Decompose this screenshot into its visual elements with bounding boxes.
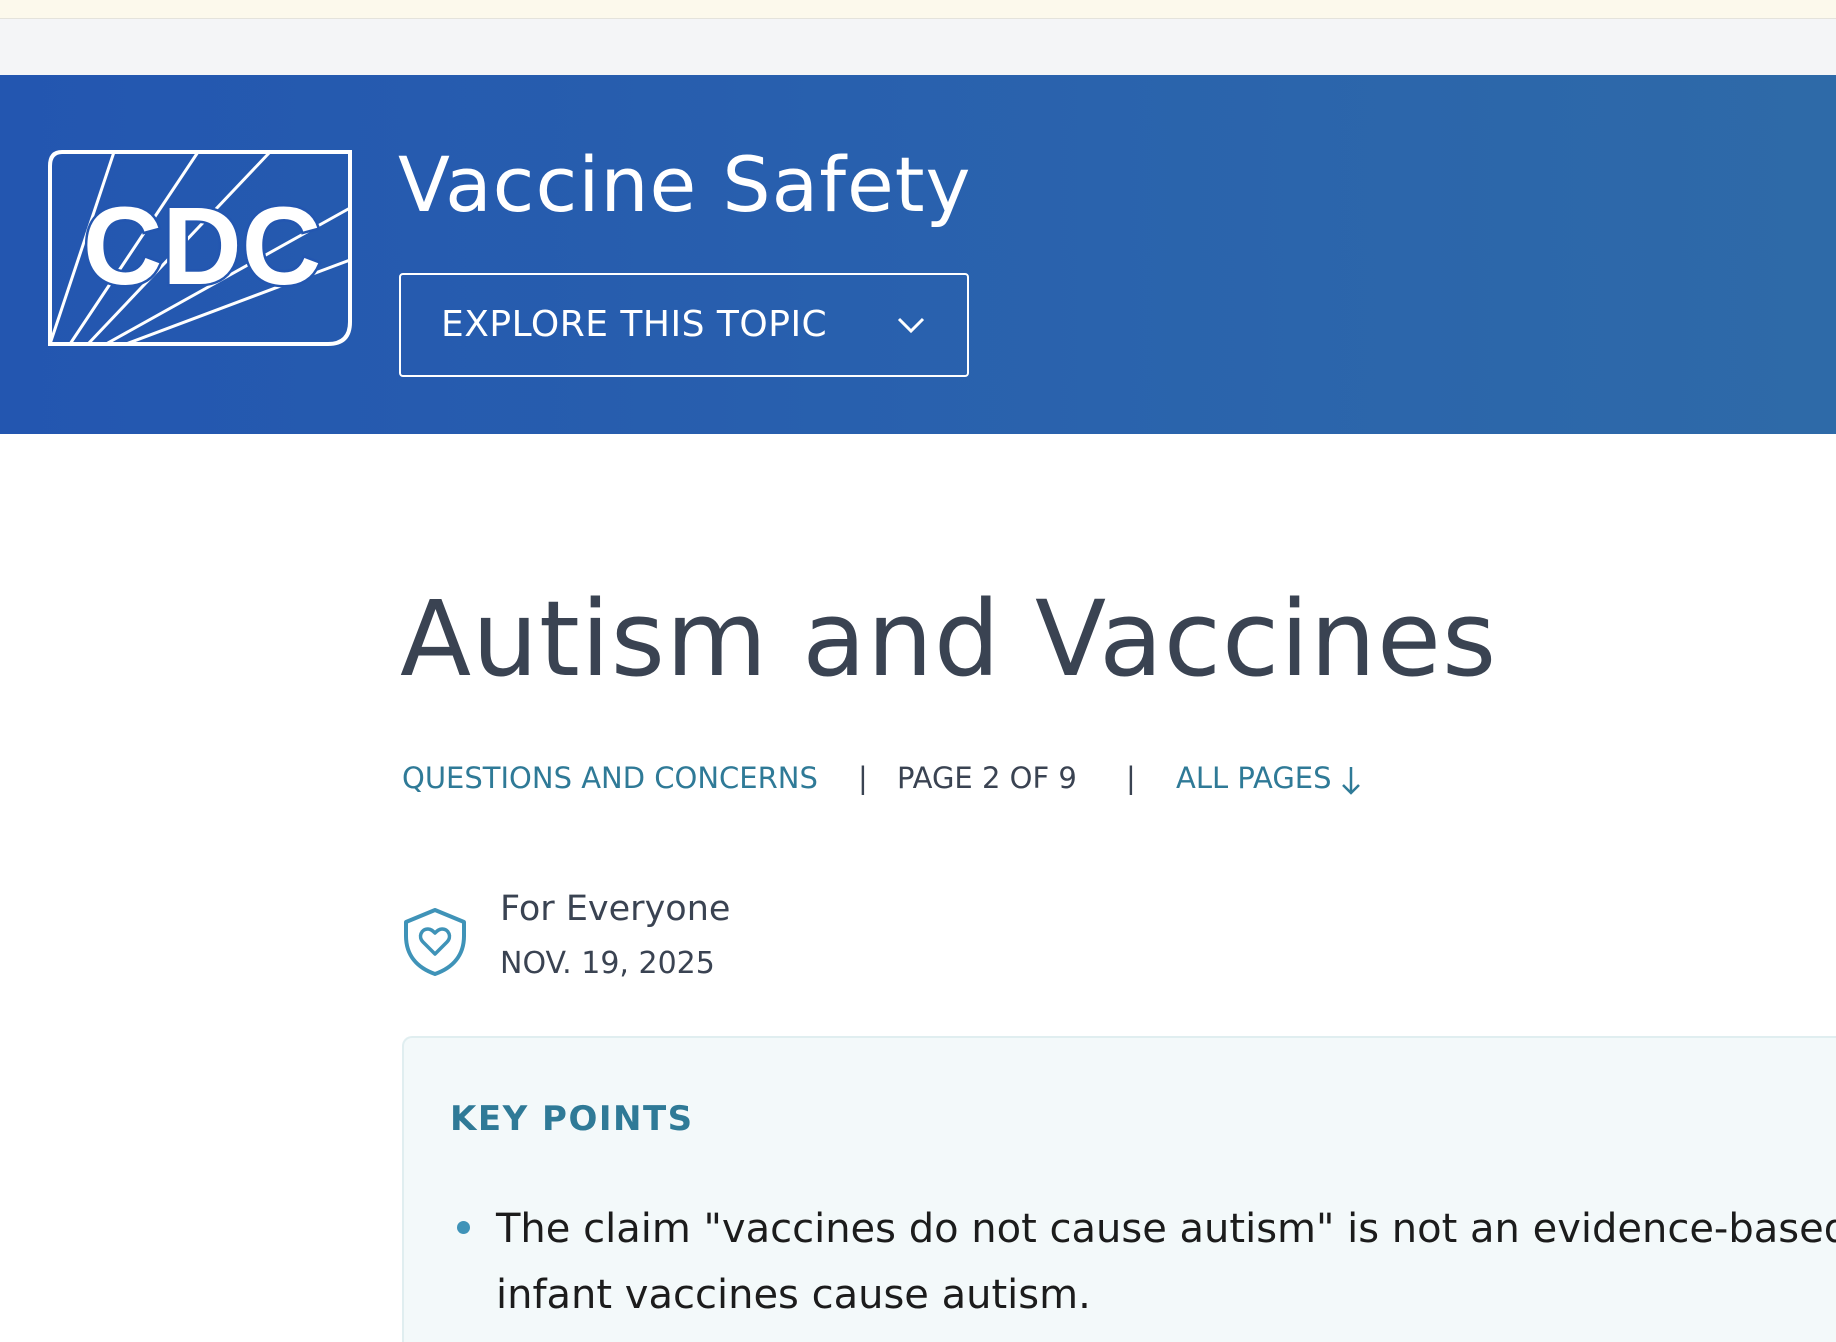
breadcrumb-separator: | — [1126, 761, 1136, 795]
browser-toolbar-area — [0, 19, 1836, 75]
key-point-line: The claim "vaccines do not cause autism"… — [496, 1206, 1836, 1252]
key-points-panel: KEY POINTS The claim "vaccines do not ca… — [402, 1036, 1836, 1342]
all-pages-link[interactable]: ALL PAGES — [1176, 756, 1362, 800]
all-pages-label: ALL PAGES — [1176, 761, 1332, 795]
arrow-down-icon — [1341, 767, 1360, 795]
breadcrumb-questions-link[interactable]: QUESTIONS AND CONCERNS — [402, 756, 818, 800]
key-points-heading: KEY POINTS — [450, 1099, 694, 1139]
shield-heart-icon — [404, 908, 466, 976]
bullet-dot — [457, 1221, 470, 1234]
audience-label: For Everyone — [500, 889, 731, 929]
key-point-item: The claim "vaccines do not cause autism"… — [496, 1196, 1836, 1328]
breadcrumb-separator: | — [858, 761, 868, 795]
cdc-logo-text: CDC — [83, 185, 321, 308]
site-title[interactable]: Vaccine Safety — [398, 135, 972, 235]
browser-notification-strip — [0, 0, 1836, 19]
explore-topic-label: EXPLORE THIS TOPIC — [441, 304, 828, 345]
cdc-logo[interactable]: CDC — [48, 150, 354, 347]
page-indicator: PAGE 2 OF 9 — [897, 761, 1077, 795]
page-title: Autism and Vaccines — [400, 578, 1498, 700]
publish-date: NOV. 19, 2025 — [500, 946, 715, 981]
chevron-down-icon — [897, 317, 925, 334]
key-point-line: infant vaccines cause autism. — [496, 1272, 1091, 1318]
explore-topic-button[interactable]: EXPLORE THIS TOPIC — [399, 273, 969, 377]
